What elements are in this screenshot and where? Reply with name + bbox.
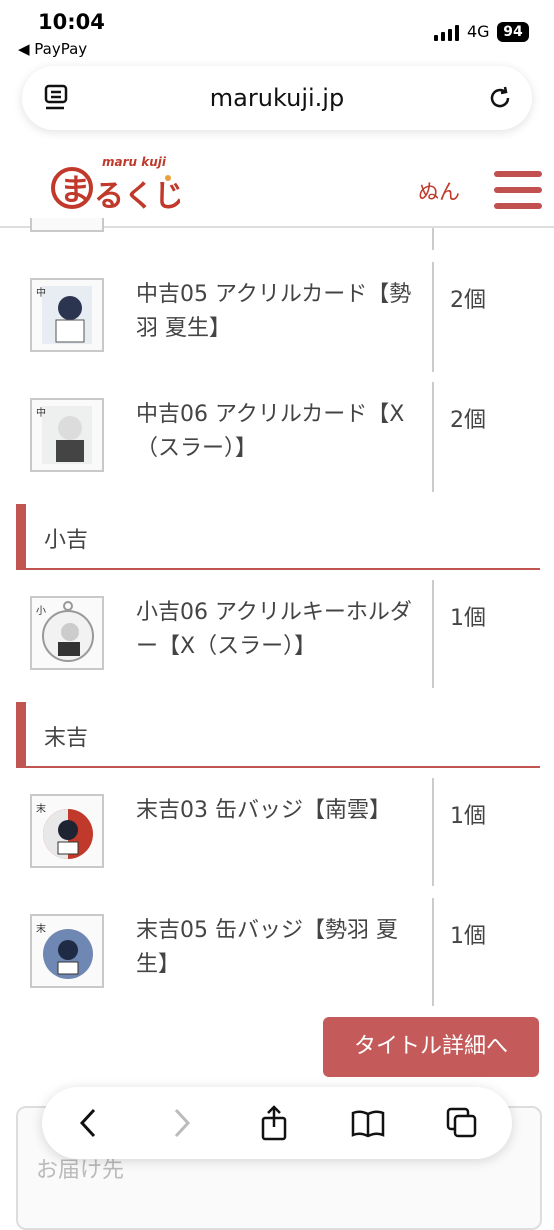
svg-text:末: 末 (36, 802, 46, 815)
item-thumbnail: 末 (30, 794, 104, 868)
list-item[interactable]: 末 末吉05 缶バッジ【勢羽 夏生】 1個 (0, 898, 554, 1006)
address-bar[interactable]: marukuji.jp (22, 66, 532, 130)
marukuji-logo[interactable]: maru kuji ま るくじ (50, 150, 180, 216)
column-divider (432, 228, 434, 250)
item-thumbnail: 小 (30, 596, 104, 670)
column-divider (432, 580, 434, 688)
list-item[interactable]: 中 中吉05 アクリルカード【勢羽 夏生】 2個 (0, 262, 554, 372)
status-time: 10:04 (38, 10, 105, 34)
tabs-icon[interactable] (444, 1105, 480, 1141)
list-item[interactable]: 小 小吉06 アクリルキーホルダー【X（スラー）】 1個 (0, 580, 554, 688)
site-header: maru kuji ま るくじ ぬん (0, 140, 554, 228)
column-divider (432, 898, 434, 1006)
section-title: 小吉 (44, 528, 89, 553)
svg-text:中: 中 (36, 286, 46, 299)
item-name: 末吉05 缶バッジ【勢羽 夏生】 (136, 918, 398, 977)
forward-icon[interactable] (164, 1105, 200, 1141)
list-item[interactable]: 末 末吉03 缶バッジ【南雲】 1個 (0, 778, 554, 886)
svg-text:末: 末 (36, 922, 46, 935)
bookmarks-icon[interactable] (350, 1105, 386, 1141)
browser-toolbar (42, 1087, 512, 1159)
item-thumbnail: 末 (30, 914, 104, 988)
section-title: 末吉 (44, 726, 89, 751)
item-quantity: 1個 (450, 606, 486, 631)
column-divider (432, 262, 434, 372)
svg-text:小: 小 (36, 605, 46, 617)
item-quantity: 2個 (450, 288, 486, 313)
menu-icon[interactable] (494, 171, 542, 209)
svg-text:るくじ: るくじ (94, 179, 180, 214)
svg-text:maru kuji: maru kuji (102, 155, 167, 169)
item-name: 中吉06 アクリルカード【X（スラー）】 (136, 402, 405, 461)
title-detail-button[interactable]: タイトル詳細へ (323, 1017, 539, 1077)
status-bar: 10:04 ◀ PayPay 4G 94 (0, 0, 554, 66)
item-name: 末吉03 缶バッジ【南雲】 (136, 798, 391, 823)
network-label: 4G (467, 22, 490, 41)
item-thumbnail (30, 218, 104, 232)
url-text[interactable]: marukuji.jp (22, 84, 532, 112)
section-header-suekichi: 末吉 (16, 702, 540, 768)
svg-text:ま: ま (60, 173, 90, 208)
item-name: 小吉06 アクリルキーホルダー【X（スラー）】 (136, 600, 412, 659)
signal-icon (434, 25, 460, 41)
section-header-shokichi: 小吉 (16, 504, 540, 570)
item-quantity: 1個 (450, 804, 486, 829)
item-thumbnail: 中 (30, 398, 104, 472)
item-quantity: 1個 (450, 924, 486, 949)
svg-text:中: 中 (36, 406, 46, 419)
item-thumbnail: 中 (30, 278, 104, 352)
column-divider (432, 778, 434, 886)
list-item[interactable]: 中 中吉06 アクリルカード【X（スラー）】 2個 (0, 382, 554, 492)
reload-icon[interactable] (486, 84, 514, 112)
section-accent-bar (16, 504, 26, 568)
item-quantity: 2個 (450, 408, 486, 433)
item-name: 中吉05 アクリルカード【勢羽 夏生】 (136, 282, 412, 341)
battery-icon: 94 (497, 22, 529, 42)
back-to-app-link[interactable]: ◀ PayPay (18, 40, 87, 58)
username[interactable]: ぬん (418, 176, 460, 206)
share-icon[interactable] (256, 1105, 292, 1141)
back-icon[interactable] (70, 1105, 106, 1141)
column-divider (432, 382, 434, 492)
section-accent-bar (16, 702, 26, 766)
